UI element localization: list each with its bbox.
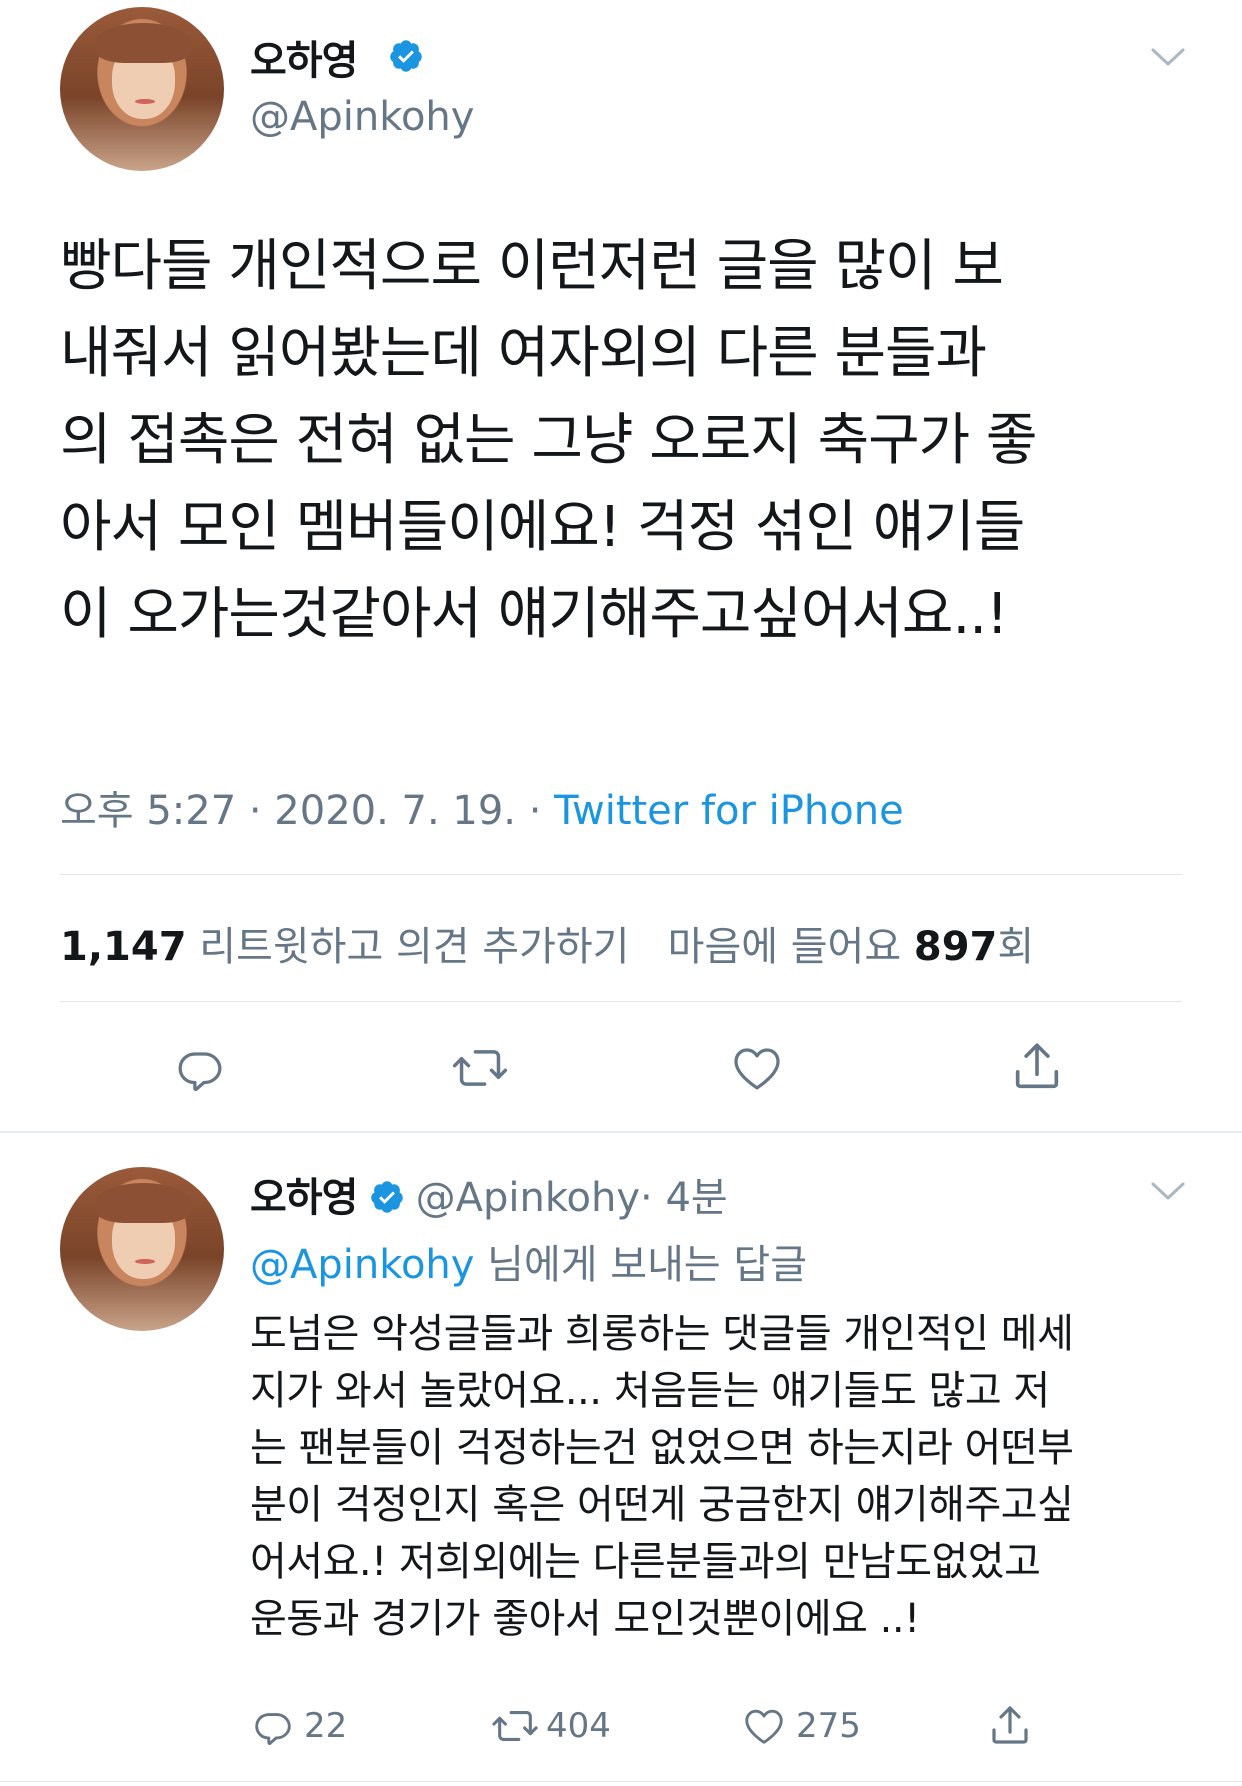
like-count: 897 (913, 924, 998, 970)
like-label: 마음에 들어요 (667, 924, 902, 970)
reply-author-name[interactable]: 오하영 (250, 1175, 358, 1221)
retweet-icon (492, 1711, 538, 1741)
meta-separator: · (528, 788, 542, 834)
like-stat[interactable]: 마음에 들어요 897회 (668, 924, 1035, 970)
author-name[interactable]: 오하영 (250, 28, 358, 86)
retweet-count: 1,147 (60, 924, 187, 970)
retweet-count: 404 (546, 1706, 611, 1746)
tweet-text-line: 이 오가는것같아서 얘기해주고싶어서요..! (60, 582, 1009, 647)
verified-badge-icon (370, 1181, 403, 1213)
reply-icon (255, 1713, 291, 1746)
retweet-stat[interactable]: 1,147 리트윗하고 의견 추가하기 (60, 924, 629, 970)
meta-separator: · (248, 788, 262, 834)
tweet-source-link[interactable]: Twitter for iPhone (554, 788, 904, 834)
replying-to-handle[interactable]: @Apinkohy (250, 1242, 474, 1288)
tweet-stats: 1,147 리트윗하고 의견 추가하기 마음에 들어요 897회 (60, 914, 1034, 972)
tweet-text-line: 내줘서 읽어봤는데 여자외의 다른 분들과 (60, 321, 987, 386)
heart-icon (745, 1709, 783, 1744)
reply-text-line: 운동과 경기가 좋아서 모인것뿐이에요 ..! (250, 1596, 920, 1642)
like-suffix: 회 (997, 924, 1035, 970)
chevron-down-icon[interactable] (1150, 46, 1186, 68)
share-icon[interactable] (986, 1702, 1034, 1754)
tweet-date: 2020. 7. 19. (274, 788, 517, 834)
share-icon[interactable] (1008, 1038, 1066, 1096)
chevron-down-icon[interactable] (1150, 1180, 1186, 1202)
reply-header: 오하영 @Apinkohy· 4분 (250, 1165, 728, 1223)
tweet-meta: 오후 5:27 · 2020. 7. 19. · Twitter for iPh… (60, 778, 904, 836)
replying-to-label: 님에게 보내는 답글 (487, 1242, 808, 1288)
reply-action-retweet[interactable]: 404 (490, 1703, 611, 1749)
author-handle[interactable]: @Apinkohy (250, 94, 474, 140)
reply-author-avatar[interactable] (60, 1167, 224, 1331)
reply-action-reply[interactable]: 22 (250, 1703, 347, 1749)
reply-author-handle[interactable]: @Apinkohy (416, 1175, 640, 1221)
tweet-time: 오후 5:27 (60, 788, 237, 834)
tweet-text-line: 아서 모인 멤버들이에요! 걱정 섞인 얘기들 (60, 495, 1025, 560)
reply-text-line: 는 팬분들이 걱정하는건 없었으면 하는지라 어떤부 (250, 1425, 1074, 1471)
like-count: 275 (796, 1706, 861, 1746)
reply-action-like[interactable]: 275 (740, 1703, 861, 1749)
reply-count: 22 (304, 1706, 348, 1746)
reply-text-line: 지가 와서 놀랐어요... 처음듣는 얘기들도 많고 저 (250, 1368, 1050, 1414)
reply-text-line: 어서요.! 저희외에는 다른분들과의 만남도없었고 (250, 1539, 1041, 1585)
tweet-text-line: 의 접촉은 전혀 없는 그냥 오로지 축구가 좋 (60, 408, 1037, 473)
bottom-divider (0, 1781, 1242, 1782)
reply-text-line: 분이 걱정인지 혹은 어떤게 궁금한지 얘기해주고싶 (250, 1482, 1074, 1528)
verified-badge-icon (390, 40, 422, 72)
tweet-body: 빵다들 개인적으로 이런저런 글을 많이 보 내줘서 읽어봤는데 여자외의 다른… (60, 223, 1037, 658)
reply-text-line: 도넘은 악성글들과 희롱하는 댓글들 개인적인 메세 (250, 1311, 1074, 1357)
retweet-label: 리트윗하고 의견 추가하기 (199, 924, 630, 970)
section-divider (0, 1131, 1242, 1133)
replying-to: @Apinkohy 님에게 보내는 답글 (250, 1232, 807, 1290)
divider (60, 1001, 1182, 1002)
reply-body: 도넘은 악성글들과 희롱하는 댓글들 개인적인 메세 지가 와서 놀랐어요...… (250, 1306, 1074, 1648)
heart-icon[interactable] (728, 1040, 786, 1096)
divider (60, 874, 1182, 875)
tweet-text-line: 빵다들 개인적으로 이런저런 글을 많이 보 (60, 234, 1004, 299)
retweet-icon[interactable] (450, 1040, 510, 1096)
author-avatar[interactable] (60, 7, 224, 171)
reply-time-ago: · 4분 (640, 1175, 728, 1221)
reply-icon[interactable] (172, 1040, 228, 1096)
